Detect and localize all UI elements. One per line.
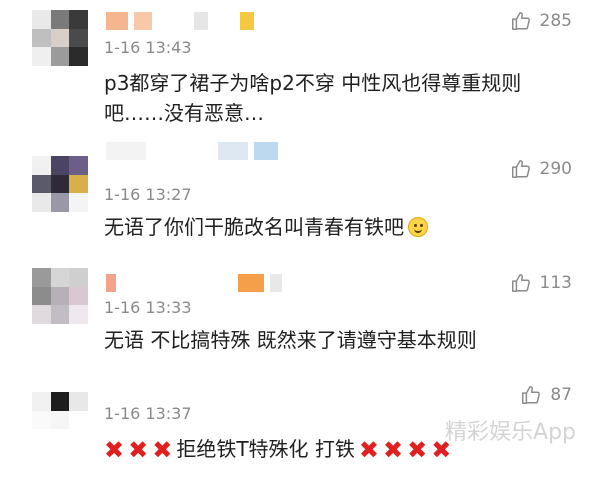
like-button[interactable]: 113 [510,272,572,294]
comment-text: p3都穿了裙子为啥p2不穿 中性风也得尊重规则吧……没有恶意… [104,71,522,125]
comment-time: 1-16 13:37 [104,404,192,423]
comment-text: 无语了你们干脆改名叫青春有铁吧 [104,212,570,242]
avatar[interactable] [32,268,88,324]
thumbs-up-icon [511,274,530,292]
comment-item-3: 1-16 13:33 无语 不比搞特殊 既然来了请遵守基本规则 113 [0,260,600,370]
comment-time: 1-16 13:43 [104,38,192,57]
username-blurred[interactable] [106,140,278,162]
comment-item-1: 1-16 13:43 p3都穿了裙子为啥p2不穿 中性风也得尊重规则吧……没有恶… [0,0,600,125]
avatar[interactable] [32,392,88,448]
like-button[interactable]: 290 [510,158,572,180]
thumbs-up-icon [511,12,530,30]
comment-item-2: 1-16 13:27 无语了你们干脆改名叫青春有铁吧 290 [0,140,600,250]
comment-text-content: 拒绝铁T特殊化 打铁 [176,437,355,461]
red-cross-marks: ✖✖✖✖ [358,436,456,464]
comment-text: 无语 不比搞特殊 既然来了请遵守基本规则 [104,328,477,352]
red-cross-marks: ✖✖✖ [104,436,177,464]
comment-time: 1-16 13:33 [104,298,192,317]
username-blurred[interactable] [106,272,282,294]
like-count: 290 [539,159,572,179]
like-count: 285 [539,11,572,31]
like-count: 87 [550,385,572,405]
like-button[interactable]: 87 [520,384,572,406]
like-button[interactable]: 285 [510,10,572,32]
like-count: 113 [539,273,572,293]
thumbs-up-icon [522,386,541,404]
comment-time: 1-16 13:27 [104,185,192,204]
smile-emoji [408,217,428,237]
watermark: 精彩娱乐App [445,420,576,445]
avatar[interactable] [32,10,88,66]
comment-text-content: 无语了你们干脆改名叫青春有铁吧 [104,215,404,239]
avatar[interactable] [32,156,88,212]
username-blurred[interactable] [106,10,254,32]
thumbs-up-icon [511,160,530,178]
